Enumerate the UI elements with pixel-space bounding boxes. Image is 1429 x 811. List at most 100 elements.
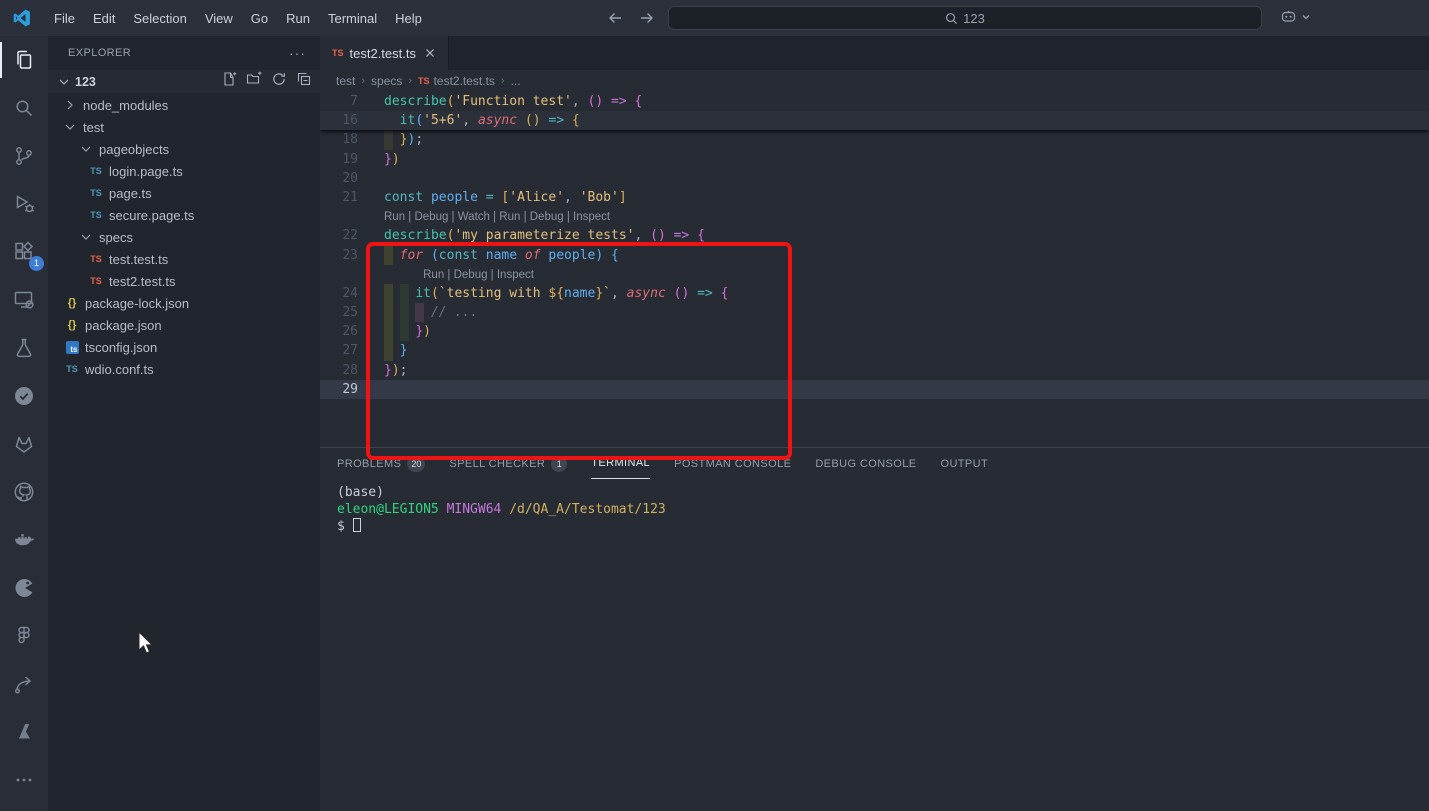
activity-explorer-icon[interactable] bbox=[0, 36, 48, 84]
line-number: 23 bbox=[320, 246, 358, 265]
typescript-test-file-icon: TS bbox=[88, 273, 104, 289]
tree-item-login-page-ts[interactable]: TSlogin.page.ts bbox=[48, 160, 320, 182]
menu-edit[interactable]: Edit bbox=[84, 7, 124, 30]
tree-item-tsconfig-json[interactable]: tstsconfig.json bbox=[48, 336, 320, 358]
activity-search-icon[interactable] bbox=[0, 84, 48, 132]
code-line-7[interactable]: 7describe('Function test', () => { bbox=[320, 92, 1429, 111]
codelens-actions[interactable]: Run | Debug | Watch | Run | Debug | Insp… bbox=[384, 211, 610, 223]
code-line-18[interactable]: 18 }); bbox=[320, 130, 1429, 149]
menu-run[interactable]: Run bbox=[277, 7, 319, 30]
refresh-icon[interactable] bbox=[271, 71, 287, 92]
menu-terminal[interactable]: Terminal bbox=[319, 7, 386, 30]
activity-more-icon[interactable] bbox=[0, 756, 48, 804]
codelens-row[interactable]: Run | Debug | Inspect bbox=[320, 265, 1429, 284]
activity-testing-icon[interactable] bbox=[0, 324, 48, 372]
menu-go[interactable]: Go bbox=[242, 7, 277, 30]
code-area[interactable]: 18 });19})2021const people = ['Alice', '… bbox=[320, 92, 1429, 447]
tree-item-package-lock-json[interactable]: {}package-lock.json bbox=[48, 292, 320, 314]
terminal-cursor bbox=[353, 518, 361, 532]
panel-tab-spell-checker[interactable]: SPELL CHECKER1 bbox=[449, 448, 567, 479]
explorer-more-icon[interactable]: ··· bbox=[289, 45, 306, 61]
panel-tab-output[interactable]: OUTPUT bbox=[941, 448, 989, 479]
editor-group: TS test2.test.ts test › specs › TStest2.test… bbox=[320, 36, 1429, 447]
panel-tab-badge: 1 bbox=[551, 456, 567, 472]
codelens-actions[interactable]: Run | Debug | Inspect bbox=[384, 269, 534, 281]
breadcrumb-item[interactable]: TStest2.test.ts bbox=[418, 74, 495, 88]
activity-run-debug-icon[interactable] bbox=[0, 180, 48, 228]
tree-item-node-modules[interactable]: node_modules bbox=[48, 94, 320, 116]
collapse-all-icon[interactable] bbox=[296, 71, 312, 92]
new-file-icon[interactable] bbox=[221, 71, 237, 92]
breadcrumb-item[interactable]: test bbox=[336, 74, 355, 88]
tab-test2-test-ts[interactable]: TS test2.test.ts bbox=[320, 36, 449, 70]
code-line-28[interactable]: 28}); bbox=[320, 361, 1429, 380]
terminal-output[interactable]: (base)eleon@LEGION5 MINGW64 /d/QA_A/Test… bbox=[337, 484, 666, 535]
activity-docker-icon[interactable] bbox=[0, 516, 48, 564]
line-number: 18 bbox=[320, 130, 358, 149]
tree-item-pageobjects[interactable]: pageobjects bbox=[48, 138, 320, 160]
tree-item-page-ts[interactable]: TSpage.ts bbox=[48, 182, 320, 204]
panel-tab-problems[interactable]: PROBLEMS20 bbox=[337, 448, 425, 479]
nav-forward-icon[interactable] bbox=[636, 7, 658, 29]
menu-selection[interactable]: Selection bbox=[124, 7, 195, 30]
close-icon[interactable] bbox=[422, 45, 438, 61]
code-line-25[interactable]: 25 // ... bbox=[320, 303, 1429, 322]
nav-back-icon[interactable] bbox=[604, 7, 626, 29]
activity-figma-icon[interactable] bbox=[0, 612, 48, 660]
activity-source-control-icon[interactable] bbox=[0, 132, 48, 180]
codelens-row[interactable]: Run | Debug | Watch | Run | Debug | Insp… bbox=[320, 207, 1429, 226]
code-line-22[interactable]: 22describe('my parameterize tests', () =… bbox=[320, 226, 1429, 245]
code-line-26[interactable]: 26 }) bbox=[320, 322, 1429, 341]
code-line-24[interactable]: 24 it(`testing with ${name}`, async () =… bbox=[320, 284, 1429, 303]
tree-item-test2-test-ts[interactable]: TStest2.test.ts bbox=[48, 270, 320, 292]
bottom-panel: PROBLEMS20 SPELL CHECKER1 TERMINAL POSTMAN … bbox=[320, 447, 1429, 811]
search-value: 123 bbox=[963, 11, 985, 26]
copilot-menu[interactable] bbox=[1280, 8, 1311, 25]
menu-file[interactable]: File bbox=[45, 7, 84, 30]
tree-item-package-json[interactable]: {}package.json bbox=[48, 314, 320, 336]
breadcrumb-separator: › bbox=[361, 75, 365, 87]
code-line-19[interactable]: 19}) bbox=[320, 150, 1429, 169]
tree-item-test[interactable]: test bbox=[48, 116, 320, 138]
activity-bar: 1 bbox=[0, 36, 48, 811]
breadcrumb-separator: › bbox=[501, 75, 505, 87]
panel-tab-postman-console[interactable]: POSTMAN CONSOLE bbox=[674, 448, 791, 479]
tree-item-label: package-lock.json bbox=[85, 296, 189, 311]
menu-help[interactable]: Help bbox=[386, 7, 431, 30]
activity-github-icon[interactable] bbox=[0, 468, 48, 516]
root-folder-label: 123 bbox=[75, 75, 221, 89]
breadcrumb-item[interactable]: specs bbox=[371, 74, 402, 88]
code-line-27[interactable]: 27 } bbox=[320, 341, 1429, 360]
panel-tab-debug-console[interactable]: DEBUG CONSOLE bbox=[815, 448, 916, 479]
line-number: 19 bbox=[320, 150, 358, 169]
activity-pacman-icon[interactable] bbox=[0, 564, 48, 612]
code-line-16[interactable]: 16 it('5+6', async () => { bbox=[320, 111, 1429, 130]
panel-tab-terminal[interactable]: TERMINAL bbox=[591, 448, 650, 479]
activity-azure-icon[interactable] bbox=[0, 708, 48, 756]
tree-item-test-test-ts[interactable]: TStest.test.ts bbox=[48, 248, 320, 270]
activity-redirect-arrow-icon[interactable] bbox=[0, 660, 48, 708]
code-line-23[interactable]: 23 for (const name of people) { bbox=[320, 246, 1429, 265]
menu-view[interactable]: View bbox=[196, 7, 242, 30]
breadcrumb-item[interactable]: ... bbox=[511, 74, 521, 88]
line-number: 16 bbox=[320, 111, 358, 130]
tree-item-wdio-conf-ts[interactable]: TSwdio.conf.ts bbox=[48, 358, 320, 380]
folder-section-header[interactable]: 123 bbox=[48, 70, 320, 93]
typescript-file-icon: TS bbox=[88, 207, 104, 223]
command-center-search[interactable]: 123 bbox=[668, 6, 1262, 30]
new-folder-icon[interactable] bbox=[246, 71, 262, 92]
chevron-right-icon bbox=[62, 97, 78, 113]
editor-tab-bar: TS test2.test.ts bbox=[320, 36, 1429, 70]
tree-item-secure-page-ts[interactable]: TSsecure.page.ts bbox=[48, 204, 320, 226]
activity-remote-explorer-icon[interactable] bbox=[0, 276, 48, 324]
code-line-29[interactable]: 29 bbox=[320, 380, 1429, 399]
code-line-20[interactable]: 20 bbox=[320, 169, 1429, 188]
line-number: 29 bbox=[320, 380, 358, 399]
activity-check-circle-icon[interactable] bbox=[0, 372, 48, 420]
tree-item-specs[interactable]: specs bbox=[48, 226, 320, 248]
typescript-file-icon: TS bbox=[64, 361, 80, 377]
activity-extensions-icon[interactable]: 1 bbox=[0, 228, 48, 276]
code-line-21[interactable]: 21const people = ['Alice', 'Bob'] bbox=[320, 188, 1429, 207]
vscode-logo bbox=[13, 9, 31, 27]
activity-gitlab-icon[interactable] bbox=[0, 420, 48, 468]
